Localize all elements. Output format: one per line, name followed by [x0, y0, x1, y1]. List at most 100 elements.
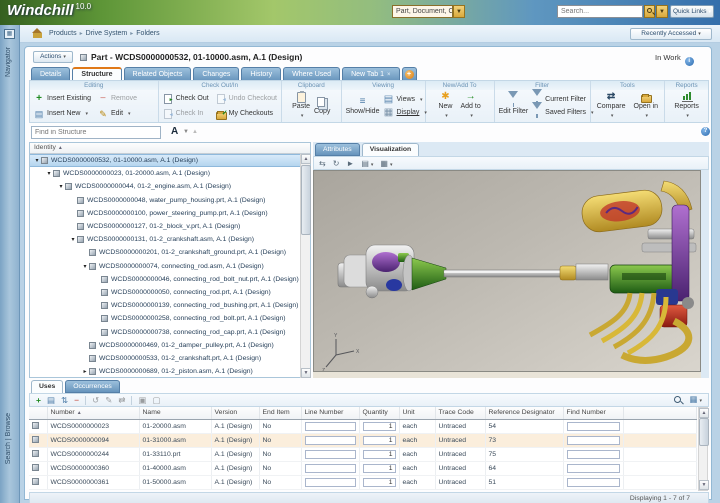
col-name[interactable]: Name — [139, 407, 211, 419]
scroll-thumb[interactable] — [699, 418, 709, 446]
add-tab-button[interactable]: + — [402, 67, 417, 81]
tree-node-label[interactable]: WCDS0000000044, 01-2_engine.asm, A.1 (De… — [75, 183, 231, 190]
fly-through-icon[interactable]: ► — [346, 159, 354, 168]
col-number[interactable]: Number▲ — [47, 407, 139, 419]
line-number-input[interactable] — [305, 422, 356, 431]
scroll-up-icon[interactable]: ▲ — [699, 408, 709, 418]
tree-row[interactable]: ▾WCDS0000000044, 01-2_engine.asm, A.1 (D… — [30, 180, 310, 193]
tree-node-label[interactable]: WCDS0000000469, 01-2_damper_pulley.prt, … — [99, 342, 274, 349]
tree-row[interactable]: WCDS0000000127, 01-2_block_v.prt, A.1 (D… — [30, 220, 310, 233]
tree-row[interactable]: WCDS0000000046, connecting_rod_bolt_nut.… — [30, 273, 310, 286]
quick-links-button[interactable]: Quick Links — [670, 5, 714, 18]
col-reference-designator[interactable]: Reference Designator — [485, 407, 563, 419]
tree-row[interactable]: WCDS0000000258, connecting_rod_bolt.prt,… — [30, 312, 310, 325]
tree-row[interactable]: WCDS0000000201, 01-2_crankshaft_ground.p… — [30, 246, 310, 259]
add-to-button[interactable]: Add to — [460, 92, 480, 120]
find-number-input[interactable] — [567, 478, 620, 487]
scroll-down-icon[interactable]: ▼ — [301, 368, 311, 378]
expander-icon[interactable]: ▾ — [45, 170, 53, 177]
scroll-down-icon[interactable]: ▼ — [699, 480, 709, 490]
tab-history[interactable]: History — [241, 67, 281, 81]
breadcrumb-drive-system[interactable]: Drive System — [86, 30, 128, 37]
search-scope-select[interactable]: Part, Document, CAD D... — [392, 5, 453, 18]
scroll-up-icon[interactable]: ▲ — [301, 154, 311, 164]
col-quantity[interactable]: Quantity — [359, 407, 399, 419]
tree-row[interactable]: WCDS0000000469, 01-2_damper_pulley.prt, … — [30, 339, 310, 352]
tree-node-label[interactable]: WCDS0000000533, 01-2_crankshaft.prt, A.1… — [99, 355, 261, 362]
home-icon[interactable] — [33, 29, 43, 38]
quantity-input[interactable]: 1 — [363, 464, 396, 473]
compare-button[interactable]: Compare — [597, 92, 626, 120]
actions-menu-button[interactable]: Actions — [33, 51, 73, 63]
tree-scrollbar[interactable]: ▲ ▼ — [300, 154, 310, 378]
col-unit[interactable]: Unit — [399, 407, 435, 419]
sidebar-navigator-label[interactable]: Navigator — [5, 47, 12, 77]
recently-accessed-button[interactable]: Recently Accessed — [630, 28, 712, 40]
col-trace-code[interactable]: Trace Code — [435, 407, 485, 419]
tree-node-label[interactable]: WCDS0000000048, water_pump_housing.prt, … — [87, 197, 265, 204]
insert-new-part-icon[interactable]: ▤ — [47, 395, 55, 405]
undo-icon[interactable]: ↺ — [92, 395, 99, 405]
multi-level-icon[interactable]: ⇅ — [61, 395, 68, 405]
zoom-fit-icon[interactable]: ⇆ — [319, 159, 326, 168]
table-scrollbar[interactable]: ▲ ▼ — [698, 407, 708, 491]
line-number-input[interactable] — [305, 450, 356, 459]
tree-node-label[interactable]: WCDS0000000131, 01-2_crankshaft.asm, A.1… — [87, 236, 254, 243]
tree-node-label[interactable]: WCDS0000000050, connecting_rod.prt, A.1 … — [111, 289, 271, 296]
tree-node-label[interactable]: WCDS0000000532, 01-10000.asm, A.1 (Desig… — [51, 157, 198, 164]
insert-new-button[interactable]: Insert New — [34, 109, 91, 119]
find-up-icon[interactable]: ▲ — [192, 129, 198, 135]
table-row[interactable]: WCDS000000024401-33110.prtA.1 (Design)No… — [29, 447, 697, 461]
tab-related-objects[interactable]: Related Objects — [124, 67, 192, 81]
scroll-thumb[interactable] — [301, 165, 311, 235]
my-checkouts-button[interactable]: My Checkouts — [216, 109, 277, 119]
quantity-input[interactable]: 1 — [363, 450, 396, 459]
tree-row[interactable]: WCDS0000000100, power_steering_pump.prt,… — [30, 207, 310, 220]
table-row-selected[interactable]: WCDS000000009401-31000.asmA.1 (Design)No… — [29, 433, 697, 447]
saved-filters-button[interactable]: Saved Filters — [532, 108, 593, 118]
tree-row[interactable]: WCDS0000000050, connecting_rod.prt, A.1 … — [30, 286, 310, 299]
tree-node-label[interactable]: WCDS0000000074, connecting_rod.asm, A.1 … — [99, 263, 264, 270]
col-end-item[interactable]: End Item — [259, 407, 301, 419]
tree-node-label[interactable]: WCDS0000000258, connecting_rod_bolt.prt,… — [111, 315, 286, 322]
remove-row-icon[interactable]: − — [74, 395, 79, 405]
edit-row-icon[interactable]: ✎ — [105, 395, 112, 405]
insert-existing-button[interactable]: Insert Existing — [34, 94, 91, 104]
tree-node-label[interactable]: WCDS0000000139, connecting_rod_bushing.p… — [111, 302, 298, 309]
tab-changes[interactable]: Changes — [193, 67, 239, 81]
paste-row-icon[interactable]: ▢ — [153, 395, 161, 405]
quantity-input[interactable]: 1 — [363, 436, 396, 445]
find-next-icon[interactable]: A — [171, 126, 178, 137]
breadcrumb-folders[interactable]: Folders — [136, 30, 159, 37]
tree-node-label[interactable]: WCDS0000000023, 01-20000.asm, A.1 (Desig… — [63, 170, 210, 177]
tree-row[interactable]: ▾ WCDS0000000074, connecting_rod.asm, A.1… — [30, 260, 310, 273]
undo-checkout-button[interactable]: Undo Checkout — [216, 94, 277, 104]
navigator-panel-icon[interactable]: ▦ — [4, 29, 15, 39]
tab-occurrences[interactable]: Occurrences — [65, 380, 120, 393]
line-number-input[interactable] — [305, 436, 356, 445]
tab-attributes[interactable]: Attributes — [315, 143, 360, 156]
tree-node-label[interactable]: WCDS0000000100, power_steering_pump.prt,… — [87, 210, 268, 217]
tree-column-header[interactable]: Identity▲ — [30, 143, 310, 154]
expander-icon[interactable]: ▾ — [69, 236, 77, 243]
quantity-input[interactable]: 1 — [363, 422, 396, 431]
sidebar-search-browse-label[interactable]: Search | Browse — [5, 413, 12, 464]
expander-icon[interactable]: ▾ — [81, 263, 89, 270]
line-number-input[interactable] — [305, 478, 356, 487]
tab-structure[interactable]: Structure — [72, 67, 121, 81]
paste-button[interactable]: Paste — [292, 92, 310, 120]
find-in-structure-input[interactable] — [31, 126, 161, 139]
tree-node-label[interactable]: WCDS0000000738, connecting_rod_cap.prt, … — [111, 329, 286, 336]
check-in-button[interactable]: Check In — [163, 109, 209, 119]
expander-icon[interactable]: ▾ — [33, 157, 41, 164]
sectioning-icon[interactable]: ▦ — [380, 159, 392, 168]
open-in-button[interactable]: Open in — [634, 92, 659, 120]
find-number-input[interactable] — [567, 450, 620, 459]
tree-node-label[interactable]: WCDS0000000201, 01-2_crankshaft_ground.p… — [99, 249, 286, 256]
check-out-button[interactable]: Check Out — [163, 94, 209, 104]
tree-row[interactable]: ▸WCDS0000000689, 01-2_piston.asm, A.1 (D… — [30, 365, 310, 378]
tree-row[interactable]: ▾ WCDS0000000023, 01-20000.asm, A.1 (Desi… — [30, 167, 310, 180]
display-button[interactable]: Display — [383, 108, 426, 118]
scope-dropdown-button[interactable]: ▼ — [453, 5, 465, 18]
tree-row[interactable]: WCDS0000000533, 01-2_crankshaft.prt, A.1… — [30, 352, 310, 365]
